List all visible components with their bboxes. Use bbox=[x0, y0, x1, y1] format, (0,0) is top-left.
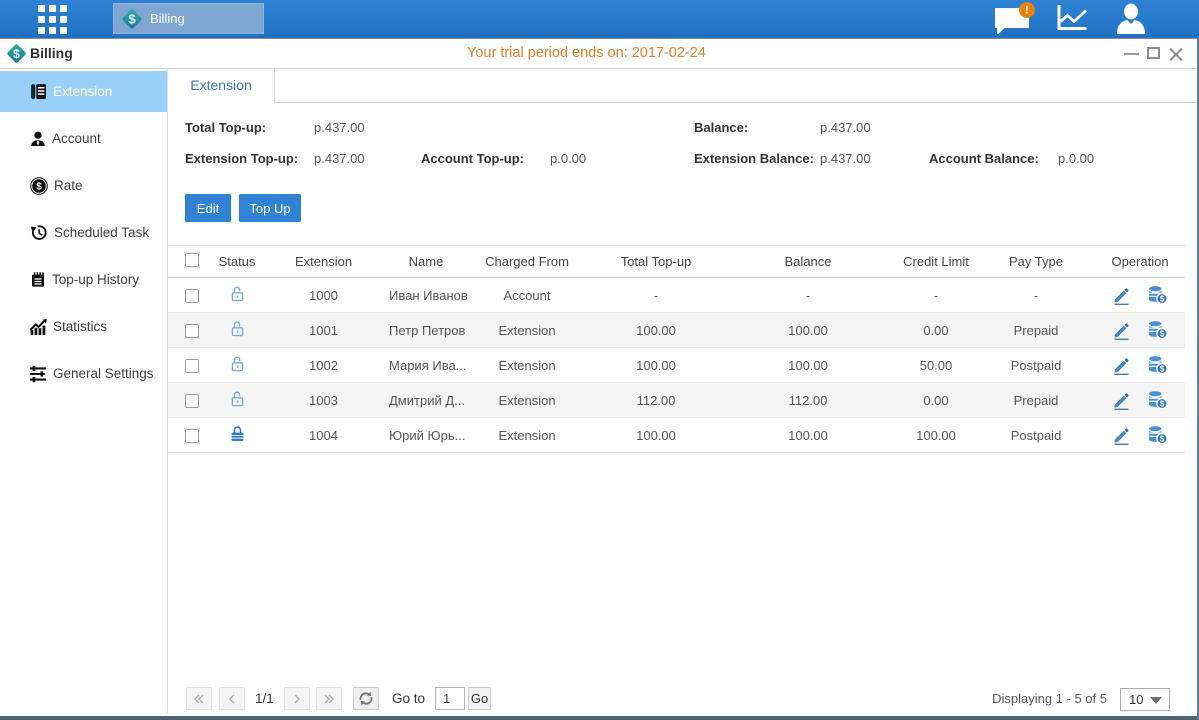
svg-text:$: $ bbox=[1160, 330, 1165, 339]
svg-text:!: ! bbox=[1025, 5, 1029, 17]
svg-text:$: $ bbox=[1160, 295, 1165, 304]
svg-text:$: $ bbox=[1160, 435, 1165, 444]
svg-text:$: $ bbox=[1160, 400, 1165, 409]
svg-text:$: $ bbox=[13, 47, 20, 61]
svg-text:$: $ bbox=[128, 11, 136, 26]
svg-text:$: $ bbox=[36, 181, 42, 192]
svg-text:$: $ bbox=[1160, 365, 1165, 374]
